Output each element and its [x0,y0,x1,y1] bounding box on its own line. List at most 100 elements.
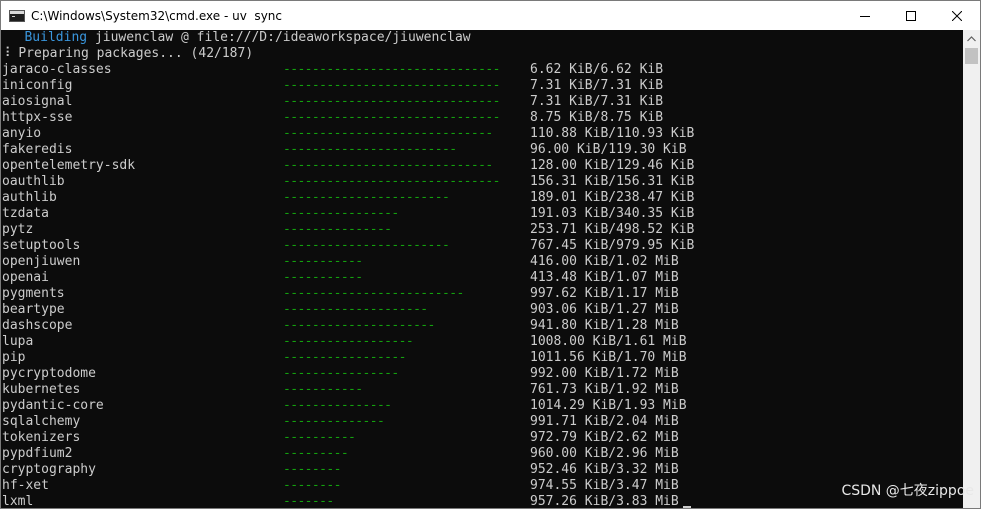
scroll-up-button[interactable] [963,30,980,47]
package-row: opentelemetry-sdk -----------------------… [1,158,964,174]
package-size: 6.62 KiB/6.62 KiB [530,62,664,77]
package-row: authlib ----------------------- 189.01 KiB… [1,190,964,206]
package-row: httpx-sse ------------------------------ 8… [1,110,964,126]
progress-bar: --------------- [283,222,392,237]
progress-bar: ------- [283,494,334,508]
package-row: setuptools ----------------------- 767.45 … [1,238,964,254]
package-size: 761.73 KiB/1.92 MiB [530,382,679,397]
package-row: oauthlib ------------------------------ 15… [1,174,964,190]
window-title: C:\Windows\System32\cmd.exe - uv sync [31,8,282,23]
progress-bar: ---------------- [283,206,399,221]
package-size: 992.00 KiB/1.72 MiB [530,366,679,381]
package-size: 1008.00 KiB/1.61 MiB [530,334,687,349]
package-size: 1011.56 KiB/1.70 MiB [530,350,687,365]
package-row: lxml ------- 957.26 KiB/3.83 MiB [1,494,964,508]
package-row: pypdfium2 --------- 960.00 KiB/2.96 MiB [1,446,964,462]
package-name: fakeredis [2,142,73,157]
package-row: beartype -------------------- 903.06 KiB/1… [1,302,964,318]
progress-bar: ----------------------- [283,238,450,253]
progress-bar: ---------------- [283,366,399,381]
package-list: jaraco-classes --------------------------… [1,62,964,508]
progress-bar: -------- [283,462,341,477]
progress-bar: -------------------- [283,302,428,317]
package-size: 974.55 KiB/3.47 MiB [530,478,679,493]
scroll-thumb[interactable] [965,48,978,64]
package-row: pytz --------------- 253.71 KiB/498.52 KiB [1,222,964,238]
package-name: tokenizers [2,430,81,445]
package-row: pydantic-core --------------- 1014.29 KiB/… [1,398,964,414]
package-name: cryptography [2,462,96,477]
console-output[interactable]: Building jiuwenclaw @ file:///D:/ideawor… [1,30,964,508]
package-row: pygments ------------------------- 997.62 … [1,286,964,302]
cmd-icon[interactable] [9,9,25,22]
package-size: 7.31 KiB/7.31 KiB [530,78,664,93]
package-name: jaraco-classes [2,62,112,77]
package-name: hf-xet [2,478,49,493]
building-line: Building jiuwenclaw @ file:///D:/ideawor… [1,30,964,46]
text-cursor [683,506,691,508]
package-row: iniconfig ------------------------------ 7… [1,78,964,94]
package-name: iniconfig [2,78,73,93]
package-size: 972.79 KiB/2.62 MiB [530,430,679,445]
package-row: pip ----------------- 1011.56 KiB/1.70 MiB [1,350,964,366]
package-row: aiosignal ------------------------------ 7… [1,94,964,110]
maximize-icon [906,10,916,21]
package-row: tokenizers ---------- 972.79 KiB/2.62 MiB [1,430,964,446]
package-name: beartype [2,302,65,317]
progress-bar: ------------------------ [283,142,457,157]
building-target: jiuwenclaw @ file:///D:/ideaworkspace/ji… [94,30,471,45]
building-label: Building [24,30,88,45]
package-name: openjiuwen [2,254,81,269]
package-size: 110.88 KiB/110.93 KiB [530,126,695,141]
progress-bar: --------- [283,446,349,461]
package-name: kubernetes [2,382,81,397]
progress-bar: ----------- [283,254,363,269]
progress-bar: ----------------- [283,350,406,365]
progress-bar: --------------------- [283,318,435,333]
package-row: lupa ------------------ 1008.00 KiB/1.61 M… [1,334,964,350]
package-name: httpx-sse [2,110,73,125]
package-name: pycryptodome [2,366,96,381]
package-name: pip [2,350,26,365]
package-name: dashscope [2,318,73,333]
package-name: authlib [2,190,57,205]
package-name: setuptools [2,238,81,253]
package-row: sqlalchemy -------------- 991.71 KiB/2.04 … [1,414,964,430]
package-size: 128.00 KiB/129.46 KiB [530,158,695,173]
package-row: hf-xet -------- 974.55 KiB/3.47 MiB [1,478,964,494]
title-bar[interactable]: C:\Windows\System32\cmd.exe - uv sync [1,1,980,30]
package-size: 960.00 KiB/2.96 MiB [530,446,679,461]
package-size: 8.75 KiB/8.75 KiB [530,110,664,125]
progress-bar: ------------------------------ [283,110,500,125]
progress-bar: ----------- [283,270,363,285]
progress-bar: ----------------------- [283,190,450,205]
package-size: 957.26 KiB/3.83 MiB [530,494,679,508]
chevron-up-icon [967,35,976,41]
progress-bar: ----------------------------- [283,158,493,173]
package-size: 991.71 KiB/2.04 MiB [530,414,679,429]
package-name: oauthlib [2,174,65,189]
progress-bar: ------------------------- [283,286,464,301]
package-row: anyio ----------------------------- 110.88… [1,126,964,142]
maximize-button[interactable] [888,1,934,30]
package-name: lupa [2,334,34,349]
progress-bar: ----------------------------- [283,126,493,141]
vertical-scrollbar[interactable] [963,30,980,508]
package-size: 7.31 KiB/7.31 KiB [530,94,664,109]
cmd-window: C:\Windows\System32\cmd.exe - uv sync Bu… [0,0,981,509]
package-size: 1014.29 KiB/1.93 MiB [530,398,687,413]
package-row: jaraco-classes --------------------------… [1,62,964,78]
package-row: pycryptodome ---------------- 992.00 KiB/1… [1,366,964,382]
package-size: 941.80 KiB/1.28 MiB [530,318,679,333]
progress-bar: ---------- [283,430,356,445]
package-name: lxml [2,494,34,508]
package-row: tzdata ---------------- 191.03 KiB/340.35 … [1,206,964,222]
progress-bar: ------------------------------ [283,62,500,77]
close-button[interactable] [934,1,980,30]
package-row: fakeredis ------------------------ 96.00 K… [1,142,964,158]
package-row: kubernetes ----------- 761.73 KiB/1.92 MiB [1,382,964,398]
package-size: 96.00 KiB/119.30 KiB [530,142,687,157]
minimize-button[interactable] [842,1,888,30]
package-name: sqlalchemy [2,414,81,429]
progress-bar: ------------------------------ [283,174,500,189]
